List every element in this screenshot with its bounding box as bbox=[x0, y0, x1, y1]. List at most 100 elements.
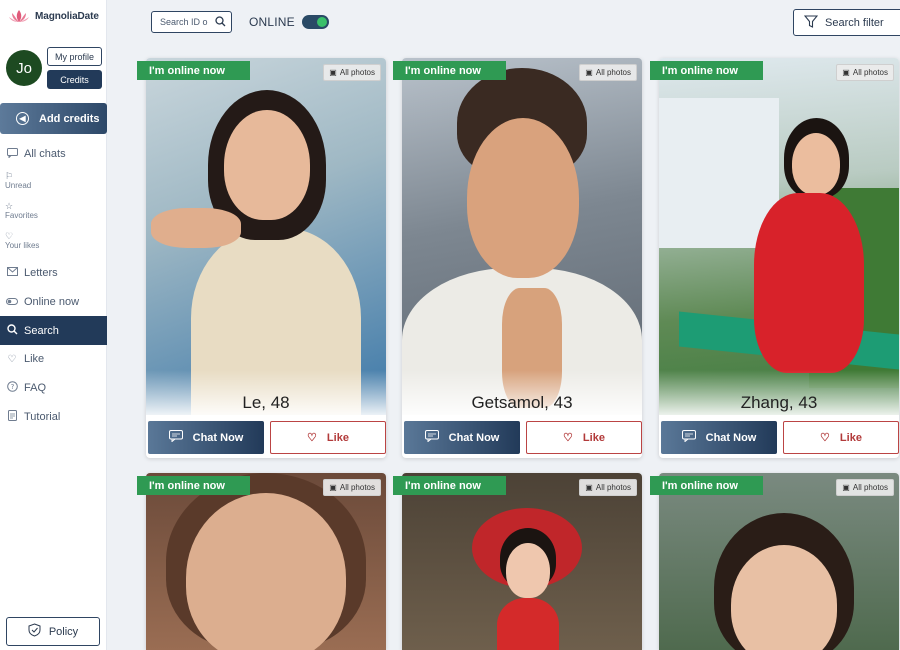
profile-name-age: Le, 48 bbox=[242, 393, 290, 412]
chat-bubble-icon bbox=[681, 430, 696, 445]
toggle-icon bbox=[6, 297, 18, 308]
all-photos-label: All photos bbox=[595, 68, 631, 77]
all-photos-label: All photos bbox=[852, 68, 888, 77]
question-icon: ? bbox=[6, 381, 18, 395]
profile-card[interactable]: I'm online now ▣ All photos Getsamol, 43 … bbox=[393, 58, 642, 458]
sidebar-item-favorites[interactable]: ☆ Favorites bbox=[5, 201, 38, 220]
all-photos-label: All photos bbox=[339, 68, 375, 77]
like-button[interactable]: ♡ Like bbox=[783, 421, 899, 454]
credits-button[interactable]: Credits bbox=[47, 70, 102, 89]
policy-label: Policy bbox=[48, 625, 79, 638]
online-toggle[interactable] bbox=[302, 15, 329, 29]
image-icon: ▣ bbox=[585, 68, 593, 77]
sidebar-item-like[interactable]: ♡ Like bbox=[0, 351, 107, 367]
online-filter-label: ONLINE bbox=[249, 15, 295, 29]
all-photos-label: All photos bbox=[852, 483, 888, 492]
like-label: Like bbox=[582, 431, 605, 444]
chat-now-button[interactable]: Chat Now bbox=[404, 421, 520, 454]
profile-photo[interactable] bbox=[146, 473, 386, 650]
online-now-badge: I'm online now bbox=[393, 61, 506, 80]
heart-icon: ♡ bbox=[5, 231, 14, 241]
profile-card[interactable]: I'm online now ▣ All photos Zhang, 43 Cha… bbox=[650, 58, 899, 458]
all-photos-label: All photos bbox=[339, 483, 375, 492]
all-photos-button[interactable]: ▣ All photos bbox=[836, 479, 894, 496]
like-button[interactable]: ♡ Like bbox=[270, 421, 386, 454]
chat-now-button[interactable]: Chat Now bbox=[148, 421, 264, 454]
sidebar-item-label: Your likes bbox=[5, 241, 40, 250]
add-credits-button[interactable]: ◀ Add credits bbox=[0, 103, 107, 134]
sidebar-item-tutorial[interactable]: Tutorial bbox=[0, 409, 107, 425]
svg-text:?: ? bbox=[10, 383, 14, 391]
all-photos-button[interactable]: ▣ All photos bbox=[579, 64, 637, 81]
all-photos-button[interactable]: ▣ All photos bbox=[323, 479, 381, 496]
image-icon: ▣ bbox=[329, 68, 337, 77]
all-photos-button[interactable]: ▣ All photos bbox=[836, 64, 894, 81]
all-photos-label: All photos bbox=[595, 483, 631, 492]
profile-panel: Jo My profile Credits bbox=[4, 44, 104, 96]
online-now-badge: I'm online now bbox=[650, 476, 763, 495]
heart-icon: ♡ bbox=[7, 353, 17, 365]
lotus-icon bbox=[9, 10, 29, 22]
profile-card[interactable]: I'm online now ▣ All photos bbox=[393, 473, 642, 650]
policy-button[interactable]: Policy bbox=[6, 617, 100, 646]
sidebar-item-your-likes[interactable]: ♡ Your likes bbox=[5, 231, 39, 250]
search-filter-label: Search filter bbox=[825, 16, 884, 29]
sidebar-item-label: Online now bbox=[24, 296, 80, 308]
profile-photo[interactable] bbox=[402, 473, 642, 650]
sidebar-item-label: Tutorial bbox=[24, 411, 61, 423]
heart-icon: ♡ bbox=[820, 432, 830, 444]
search-filter-button[interactable]: Search filter bbox=[793, 9, 900, 36]
flag-icon: ⚐ bbox=[5, 171, 14, 181]
chat-now-label: Chat Now bbox=[192, 431, 244, 444]
chat-bubble-icon bbox=[6, 147, 18, 161]
profile-photo[interactable] bbox=[146, 58, 386, 415]
shield-check-icon bbox=[28, 623, 41, 640]
add-credits-label: Add credits bbox=[39, 112, 100, 125]
search-icon bbox=[6, 323, 18, 338]
sidebar-item-all-chats[interactable]: All chats bbox=[0, 146, 107, 162]
profile-card[interactable]: I'm online now ▣ All photos bbox=[137, 473, 386, 650]
search-icon bbox=[215, 16, 226, 29]
profile-name-age: Zhang, 43 bbox=[740, 393, 818, 412]
sidebar-item-label: All chats bbox=[24, 148, 66, 160]
heart-icon: ♡ bbox=[307, 432, 317, 444]
sidebar-item-search[interactable]: Search bbox=[0, 316, 107, 345]
sidebar-item-faq[interactable]: ? FAQ bbox=[0, 380, 107, 396]
my-profile-button[interactable]: My profile bbox=[47, 47, 102, 66]
avatar[interactable]: Jo bbox=[6, 50, 42, 86]
image-icon: ▣ bbox=[842, 68, 850, 77]
sidebar-item-label: Search bbox=[24, 324, 59, 337]
sidebar: MagnoliaDate Jo My profile Credits ◀ Add… bbox=[0, 0, 107, 650]
filter-funnel-icon bbox=[803, 14, 819, 31]
all-photos-button[interactable]: ▣ All photos bbox=[579, 479, 637, 496]
chat-bubble-icon bbox=[424, 430, 439, 445]
app-logo[interactable]: MagnoliaDate bbox=[8, 8, 99, 24]
profile-card[interactable]: I'm online now ▣ All photos Le, 48 Chat N… bbox=[137, 58, 386, 458]
profile-photo[interactable] bbox=[402, 58, 642, 415]
profile-photo[interactable] bbox=[659, 58, 899, 415]
sidebar-item-letters[interactable]: Letters bbox=[0, 265, 107, 281]
sidebar-item-label: Letters bbox=[24, 267, 58, 279]
toggle-knob bbox=[317, 17, 327, 27]
add-credits-icon: ◀ bbox=[16, 112, 29, 125]
like-label: Like bbox=[839, 431, 862, 444]
online-now-badge: I'm online now bbox=[137, 61, 250, 80]
heart-icon: ♡ bbox=[563, 432, 573, 444]
chat-bubble-icon bbox=[168, 430, 183, 445]
like-button[interactable]: ♡ Like bbox=[526, 421, 642, 454]
profile-card[interactable]: I'm online now ▣ All photos bbox=[650, 473, 899, 650]
sidebar-item-label: Like bbox=[24, 353, 45, 365]
online-now-badge: I'm online now bbox=[393, 476, 506, 495]
sidebar-item-label: FAQ bbox=[24, 382, 47, 394]
star-icon: ☆ bbox=[5, 201, 14, 211]
chat-now-button[interactable]: Chat Now bbox=[661, 421, 777, 454]
brand-name: MagnoliaDate bbox=[35, 10, 99, 22]
chat-now-label: Chat Now bbox=[448, 431, 500, 444]
envelope-icon bbox=[6, 267, 18, 279]
sidebar-item-online-now[interactable]: Online now bbox=[0, 294, 107, 310]
online-now-badge: I'm online now bbox=[137, 476, 250, 495]
profile-photo[interactable] bbox=[659, 473, 899, 650]
all-photos-button[interactable]: ▣ All photos bbox=[323, 64, 381, 81]
sidebar-item-unread[interactable]: ⚐ Unread bbox=[5, 171, 31, 190]
search-input[interactable]: Search ID or name bbox=[151, 11, 232, 33]
